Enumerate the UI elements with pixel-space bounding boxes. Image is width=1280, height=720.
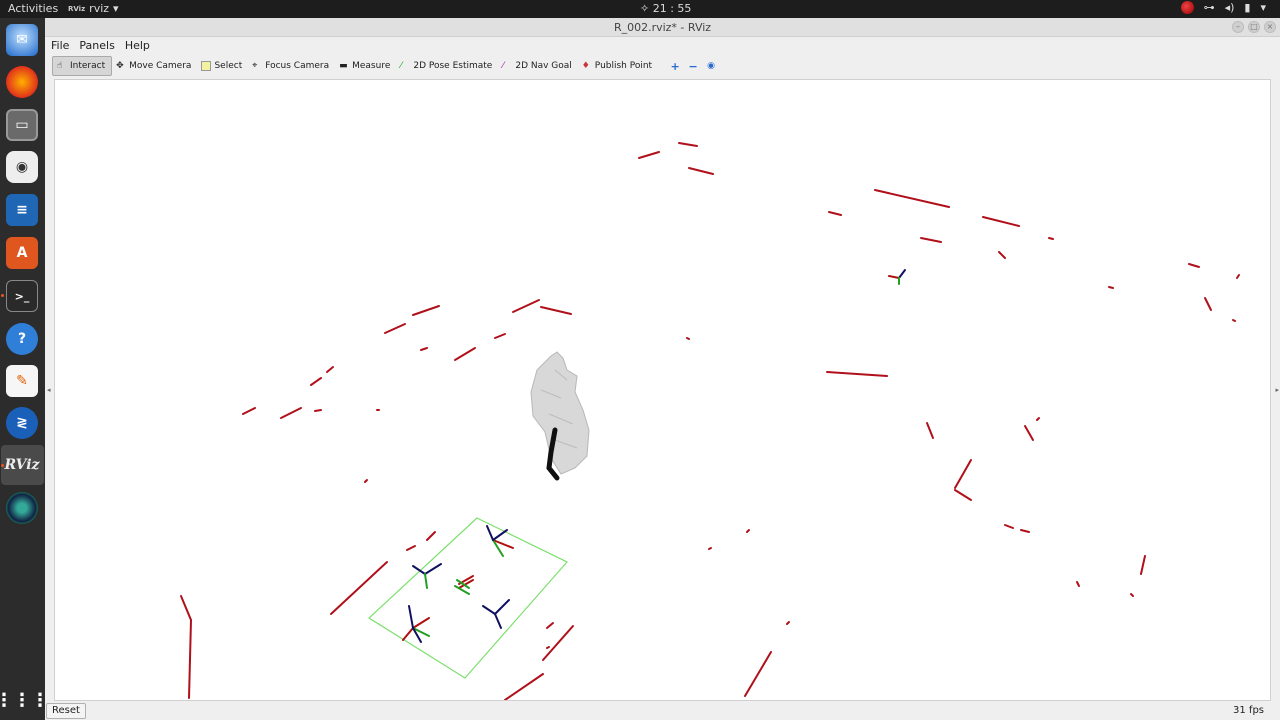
chevron-down-icon[interactable]: ▾ <box>1260 1 1266 14</box>
show-apps-grid-icon[interactable]: ⋮⋮⋮ <box>0 684 49 716</box>
activities-button[interactable]: Activities <box>8 2 58 15</box>
terminal-icon[interactable]: >_ <box>6 280 38 312</box>
green-arrow-icon: ⁄ <box>400 61 402 71</box>
add-tool-icon[interactable]: + <box>666 60 684 73</box>
reset-button[interactable]: Reset <box>46 703 86 719</box>
hand-pointer-icon: ☝ <box>57 61 63 71</box>
scene-canvas <box>180 142 1240 700</box>
focus-camera-label: Focus Camera <box>265 61 330 71</box>
select-box-icon <box>201 61 212 71</box>
focus-camera-tool-button[interactable]: ⌖ Focus Camera <box>248 56 335 76</box>
volume-icon[interactable]: ◂) <box>1225 1 1235 14</box>
dock: ✉ ▭ ◉ ≡ A >_ ? ✎ ≷ RViz ⋮⋮⋮ <box>0 18 49 720</box>
nav-goal-tool-button[interactable]: ⁄ 2D Nav Goal <box>498 56 577 76</box>
3d-render-view[interactable] <box>54 79 1271 701</box>
thunderbird-icon[interactable]: ✉ <box>6 24 38 56</box>
software-center-icon[interactable]: A <box>6 237 38 269</box>
rviz-window: R_002.rviz* - RViz – □ × File Panels Hel… <box>45 18 1280 720</box>
publish-point-tool-button[interactable]: ♦ Publish Point <box>578 56 658 76</box>
octomap-obstacle <box>530 351 590 481</box>
maximize-icon[interactable]: □ <box>1248 21 1260 33</box>
remove-tool-icon[interactable]: − <box>684 60 702 73</box>
move-camera-tool-button[interactable]: ✥ Move Camera <box>112 56 197 76</box>
running-indicator <box>1 294 4 297</box>
tools-toolbar: ☝ Interact ✥ Move Camera Select ⌖ Focus … <box>45 55 1280 77</box>
right-panel-collapse-icon[interactable]: ▸ <box>1275 386 1279 394</box>
blue-app-icon[interactable]: ≷ <box>6 407 38 439</box>
interact-tool-button[interactable]: ☝ Interact <box>52 56 113 76</box>
menu-file[interactable]: File <box>51 37 69 54</box>
nav-goal-label: 2D Nav Goal <box>515 61 572 71</box>
publish-point-label: Publish Point <box>594 61 653 71</box>
writer-icon[interactable]: ≡ <box>6 194 38 226</box>
rhythmbox-icon[interactable]: ◉ <box>6 151 38 183</box>
measure-tool-button[interactable]: ▬ Measure <box>335 56 396 76</box>
select-label: Select <box>214 61 243 71</box>
tool-properties-icon[interactable]: ◉ <box>702 61 720 71</box>
menu-help[interactable]: Help <box>125 37 150 54</box>
grid-box <box>368 517 568 679</box>
rviz-icon[interactable]: RViz <box>4 449 39 481</box>
battery-icon[interactable]: ▮ <box>1244 1 1250 14</box>
interact-label: Interact <box>70 61 106 71</box>
menu-panels[interactable]: Panels <box>79 37 114 54</box>
firefox-icon[interactable] <box>6 66 38 98</box>
network-icon[interactable]: ⊶ <box>1204 1 1215 14</box>
help-icon[interactable]: ? <box>6 323 38 355</box>
app-menu[interactable]: RViz rviz ▾ <box>68 2 119 15</box>
minimize-icon[interactable]: – <box>1232 21 1244 33</box>
window-title: R_002.rviz* - RViz <box>613 21 712 34</box>
window-titlebar[interactable]: R_002.rviz* - RViz – □ × <box>45 18 1280 37</box>
gnome-top-bar: Activities RViz rviz ▾ ✧ 21 : 55 ⊶ ◂) ▮ … <box>0 0 1280 18</box>
menu-bar: File Panels Help <box>45 37 1280 54</box>
purple-arrow-icon: ⁄ <box>502 61 504 71</box>
laser-scan-points <box>180 142 1240 700</box>
close-icon[interactable]: × <box>1264 21 1276 33</box>
text-editor-icon[interactable]: ✎ <box>6 365 38 397</box>
move-camera-label: Move Camera <box>129 61 192 71</box>
app-menu-label: rviz <box>89 2 110 15</box>
tf-axes <box>402 269 906 643</box>
map-pin-icon: ♦ <box>581 61 590 71</box>
select-tool-button[interactable]: Select <box>197 56 248 76</box>
pose-estimate-label: 2D Pose Estimate <box>413 61 493 71</box>
move-arrows-icon: ✥ <box>116 61 124 71</box>
fps-readout: 31 fps <box>1233 705 1264 716</box>
left-panel-collapse-icon[interactable]: ◂ <box>47 386 51 394</box>
rviz-mini-logo: RViz <box>68 4 86 13</box>
measure-label: Measure <box>352 61 391 71</box>
files-icon[interactable]: ▭ <box>6 109 38 141</box>
clock[interactable]: ✧ 21 : 55 <box>640 2 691 15</box>
ruler-icon: ▬ <box>339 61 348 71</box>
system-tray[interactable]: ⊶ ◂) ▮ ▾ <box>1180 1 1266 14</box>
record-indicator-icon[interactable] <box>1180 1 1194 14</box>
chevron-down-icon: ▾ <box>113 2 119 15</box>
crosshair-icon: ⌖ <box>252 61 258 71</box>
camera-app-icon[interactable] <box>6 492 38 524</box>
pose-estimate-tool-button[interactable]: ⁄ 2D Pose Estimate <box>396 56 498 76</box>
status-bar: Reset 31 fps <box>45 703 1280 720</box>
